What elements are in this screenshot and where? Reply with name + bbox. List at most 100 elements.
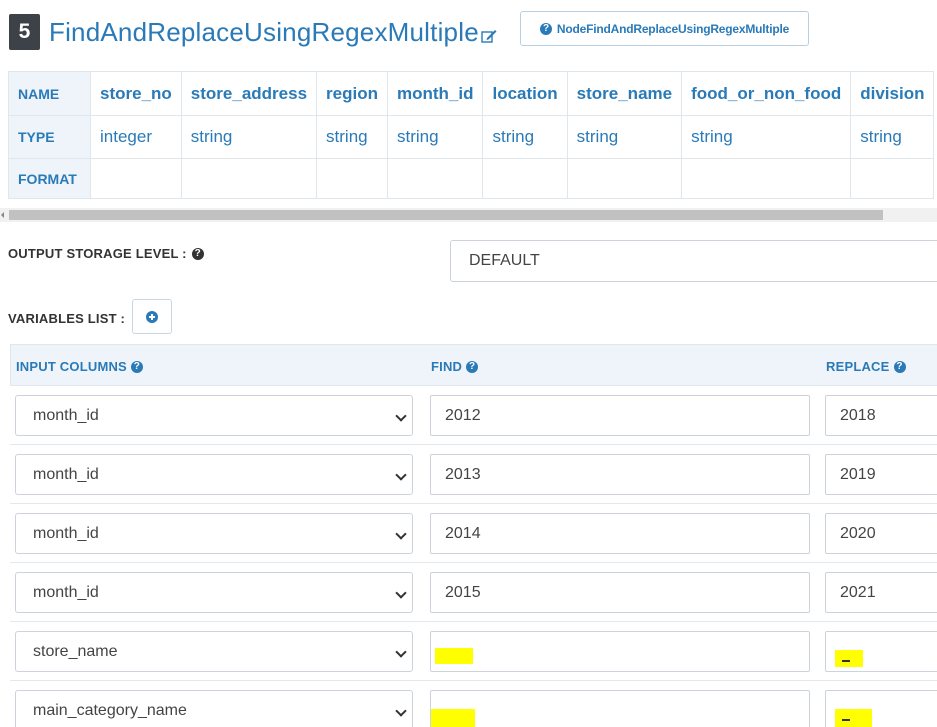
column-name: store_name	[566, 71, 683, 116]
output-storage-label-text: OUTPUT STORAGE LEVEL :	[8, 246, 187, 261]
find-input[interactable]: 2013	[430, 454, 810, 495]
highlight-mark	[835, 709, 872, 727]
schema-format-row: FORMAT	[8, 158, 935, 199]
column-type: string	[681, 115, 852, 159]
column-type: string	[566, 115, 683, 159]
table-row: month_id 2014 2020	[10, 504, 937, 563]
column-format	[386, 158, 484, 199]
chevron-down-icon	[395, 528, 407, 540]
output-storage-label: OUTPUT STORAGE LEVEL : ?	[8, 246, 204, 261]
page-header: 5 FindAndReplaceUsingRegexMultiple	[9, 12, 497, 52]
question-circle-icon[interactable]: ?	[466, 360, 479, 373]
column-name: location	[482, 71, 568, 116]
underscore-mark	[842, 719, 850, 721]
chevron-down-icon	[395, 587, 407, 599]
highlight-mark	[835, 650, 863, 667]
column-type: string	[850, 115, 935, 159]
chevron-down-icon	[395, 469, 407, 481]
column-name: store_address	[180, 71, 318, 116]
question-circle-icon[interactable]: ?	[130, 360, 143, 373]
chevron-down-icon	[395, 410, 407, 422]
table-row: month_id 2012 2018	[10, 386, 937, 445]
question-circle-icon[interactable]: ?	[893, 360, 906, 373]
horizontal-scrollbar[interactable]	[0, 208, 937, 222]
find-input[interactable]	[430, 631, 810, 672]
column-format	[90, 158, 182, 199]
table-row: month_id 2013 2019	[10, 445, 937, 504]
underscore-mark	[842, 660, 850, 662]
replace-input[interactable]: 2020	[825, 513, 937, 554]
replace-input[interactable]	[825, 631, 937, 672]
input-column-value: store_name	[33, 642, 118, 660]
column-type: string	[180, 115, 318, 159]
scroll-left-arrow-icon[interactable]	[1, 212, 4, 218]
schema-table: NAME store_no store_address region month…	[8, 71, 935, 199]
header-find: FIND ?	[431, 359, 479, 374]
chevron-down-icon	[395, 646, 407, 658]
step-badge: 5	[9, 14, 40, 50]
find-input[interactable]: 2014	[430, 513, 810, 554]
header-input-columns-text: INPUT COLUMNS	[16, 359, 127, 374]
scrollbar-thumb[interactable]	[9, 210, 883, 220]
column-name: region	[316, 71, 388, 116]
header-replace-text: REPLACE	[826, 359, 890, 374]
column-name: store_no	[90, 71, 182, 116]
replace-input[interactable]: 2019	[825, 454, 937, 495]
add-variable-button[interactable]	[132, 299, 172, 334]
table-row: month_id 2015 2021	[10, 563, 937, 622]
schema-type-row: TYPE integer string string string string…	[8, 115, 935, 159]
column-format	[566, 158, 683, 199]
column-name: month_id	[386, 71, 484, 116]
find-input[interactable]	[430, 690, 810, 727]
input-column-value: month_id	[33, 524, 99, 542]
table-row: main_category_name	[10, 681, 937, 727]
input-column-select[interactable]: month_id	[15, 572, 413, 613]
node-info-label: NodeFindAndReplaceUsingRegexMultiple	[556, 21, 790, 36]
variables-list-label: VARIABLES LIST :	[8, 311, 125, 326]
column-format	[482, 158, 568, 199]
row-label-type: TYPE	[8, 115, 91, 159]
table-row: store_name	[10, 622, 937, 681]
column-format	[850, 158, 935, 199]
column-name: division	[850, 71, 935, 116]
chevron-down-icon	[395, 705, 407, 717]
output-storage-value: DEFAULT	[469, 252, 540, 269]
input-column-select[interactable]: main_category_name	[15, 690, 413, 727]
variables-table-header: INPUT COLUMNS ? FIND ? REPLACE ?	[10, 344, 937, 386]
column-format	[180, 158, 318, 199]
input-column-value: main_category_name	[33, 701, 187, 719]
edit-icon[interactable]	[481, 29, 497, 43]
column-name: food_or_non_food	[681, 71, 852, 116]
find-input[interactable]: 2012	[430, 395, 810, 436]
node-info-button[interactable]: ? NodeFindAndReplaceUsingRegexMultiple	[520, 11, 809, 46]
highlight-mark	[435, 648, 473, 664]
column-format	[681, 158, 852, 199]
row-label-name: NAME	[8, 71, 91, 116]
row-label-format: FORMAT	[8, 158, 91, 199]
column-type: string	[316, 115, 388, 159]
input-column-select[interactable]: month_id	[15, 454, 413, 495]
input-column-select[interactable]: month_id	[15, 395, 413, 436]
input-column-select[interactable]: month_id	[15, 513, 413, 554]
replace-input[interactable]	[825, 690, 937, 727]
replace-input[interactable]: 2021	[825, 572, 937, 613]
output-storage-select[interactable]: DEFAULT	[450, 240, 937, 282]
input-column-value: month_id	[33, 583, 99, 601]
variables-list-label-text: VARIABLES LIST :	[8, 311, 126, 326]
column-type: string	[482, 115, 568, 159]
replace-input[interactable]: 2018	[825, 395, 937, 436]
schema-name-row: NAME store_no store_address region month…	[8, 71, 935, 116]
question-circle-icon[interactable]: ?	[191, 247, 204, 260]
find-input[interactable]: 2015	[430, 572, 810, 613]
question-circle-icon: ?	[539, 22, 552, 35]
input-column-value: month_id	[33, 465, 99, 483]
input-column-value: month_id	[33, 406, 99, 424]
column-format	[316, 158, 388, 199]
column-type: integer	[90, 115, 182, 159]
input-column-select[interactable]: store_name	[15, 631, 413, 672]
header-input-columns: INPUT COLUMNS ?	[16, 359, 143, 374]
page-title[interactable]: FindAndReplaceUsingRegexMultiple	[49, 17, 479, 48]
highlight-mark	[431, 709, 475, 727]
plus-circle-icon	[146, 310, 158, 323]
header-find-text: FIND	[431, 359, 463, 374]
